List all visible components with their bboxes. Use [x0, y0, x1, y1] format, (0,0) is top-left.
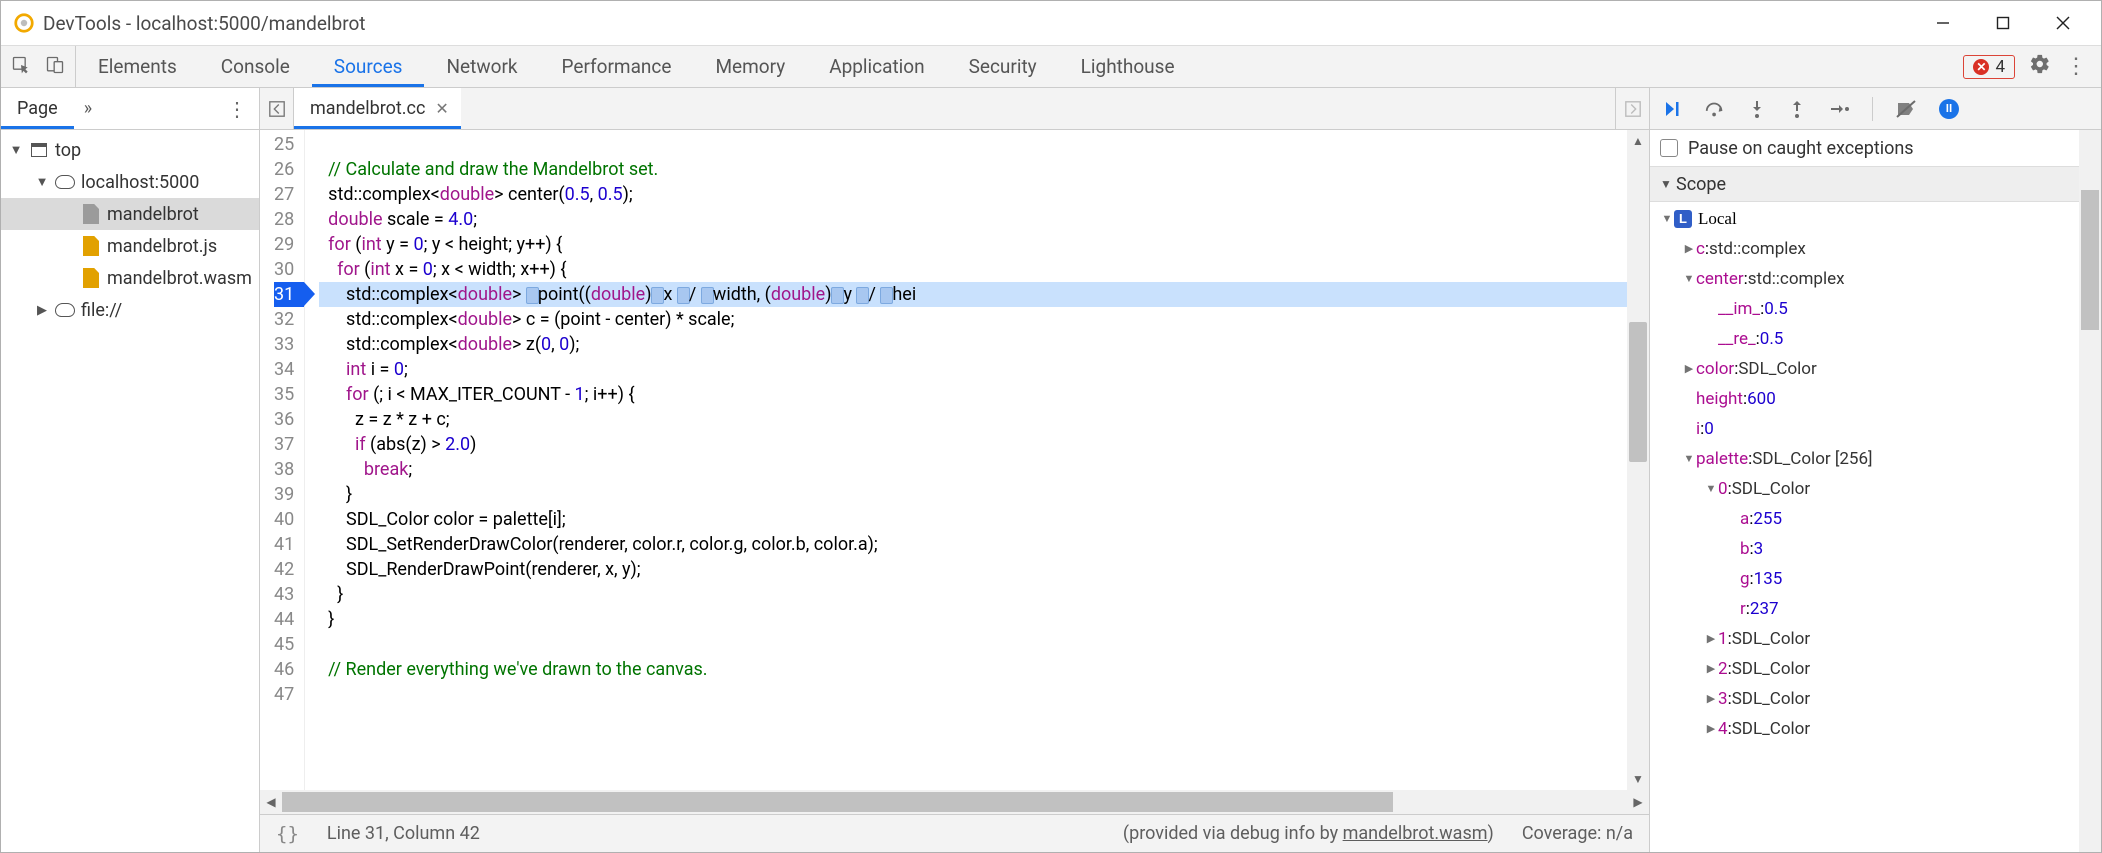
tree-node[interactable]: ▶file://	[1, 294, 259, 326]
editor-pane: mandelbrot.cc ✕ 252627282930313233343536…	[260, 88, 1650, 852]
tab-console[interactable]: Console	[199, 46, 312, 87]
tab-application[interactable]: Application	[807, 46, 946, 87]
tree-node-label: localhost:5000	[81, 172, 199, 193]
debug-info-link[interactable]: mandelbrot.wasm	[1343, 823, 1488, 844]
tab-network[interactable]: Network	[424, 46, 539, 87]
line-gutter[interactable]: 2526272829303132333435363738394041424344…	[260, 130, 305, 790]
tree-node[interactable]: mandelbrot.wasm	[1, 262, 259, 294]
scope-variable[interactable]: a: 255	[1650, 504, 2101, 534]
horizontal-scrollbar[interactable]: ◀▶	[260, 790, 1649, 814]
file-tree: ▼top▼localhost:5000 mandelbrot mandelbrot.…	[1, 130, 259, 852]
navigator-overflow-icon[interactable]: »	[74, 98, 102, 119]
tree-node[interactable]: ▼top	[1, 134, 259, 166]
more-icon[interactable]: ⋮	[2065, 54, 2087, 79]
navigator-tab-page[interactable]: Page	[1, 88, 74, 129]
tree-node[interactable]: mandelbrot	[1, 198, 259, 230]
status-bar: {} Line 31, Column 42 (provided via debu…	[260, 814, 1649, 852]
scope-variable[interactable]: height: 600	[1650, 384, 2101, 414]
scope-tree: ▼LLocal ▶c: std::complex▼center: std::co…	[1650, 202, 2101, 852]
titlebar: DevTools - localhost:5000/mandelbrot	[1, 1, 2101, 45]
scope-variable[interactable]: ▶color: SDL_Color	[1650, 354, 2101, 384]
pause-caught-checkbox[interactable]	[1660, 139, 1678, 157]
window-title: DevTools - localhost:5000/mandelbrot	[43, 12, 366, 35]
devtools-icon	[13, 12, 35, 34]
tab-sources[interactable]: Sources	[312, 46, 425, 87]
scope-variable[interactable]: ▶1: SDL_Color	[1650, 624, 2101, 654]
settings-icon[interactable]	[2029, 53, 2051, 81]
error-count-badge[interactable]: ✕ 4	[1963, 55, 2015, 79]
device-icon[interactable]	[45, 55, 65, 79]
scope-variable[interactable]: b: 3	[1650, 534, 2101, 564]
tree-node-label: top	[55, 140, 81, 161]
coverage-status: Coverage: n/a	[1522, 823, 1633, 844]
nav-back-icon[interactable]	[260, 88, 294, 129]
step-icon[interactable]	[1828, 99, 1850, 119]
main-toolbar: ElementsConsoleSourcesNetworkPerformance…	[1, 45, 2101, 88]
tab-security[interactable]: Security	[947, 46, 1059, 87]
resume-icon[interactable]	[1662, 99, 1682, 119]
close-tab-icon[interactable]: ✕	[435, 99, 448, 118]
scope-variable[interactable]: ▶c: std::complex	[1650, 234, 2101, 264]
navigator-pane: Page » ⋮ ▼top▼localhost:5000 mandelbrot ma…	[1, 88, 260, 852]
deactivate-breakpoints-icon[interactable]	[1895, 99, 1917, 119]
tree-node-icon	[29, 143, 49, 157]
tree-node-icon	[81, 268, 101, 288]
scope-variable[interactable]: g: 135	[1650, 564, 2101, 594]
scope-variable[interactable]: r: 237	[1650, 594, 2101, 624]
debugger-pane: II Pause on caught exceptions ▼ Scope ▼L…	[1650, 88, 2101, 852]
tree-node-icon	[55, 175, 75, 189]
tree-node[interactable]: ▼localhost:5000	[1, 166, 259, 198]
editor-tab-filename: mandelbrot.cc	[310, 98, 425, 119]
error-count: 4	[1995, 57, 2005, 77]
scope-variable[interactable]: ▼palette: SDL_Color [256]	[1650, 444, 2101, 474]
step-into-icon[interactable]	[1748, 99, 1766, 119]
scope-variable[interactable]: __re_: 0.5	[1650, 324, 2101, 354]
pause-exceptions-icon[interactable]: II	[1939, 99, 1959, 119]
tree-node-label: mandelbrot.wasm	[107, 268, 252, 289]
tree-node-label: file://	[81, 300, 122, 321]
scope-local-header[interactable]: ▼LLocal	[1650, 204, 2101, 234]
pause-caught-row[interactable]: Pause on caught exceptions	[1650, 130, 2101, 166]
tab-performance[interactable]: Performance	[540, 46, 694, 87]
maximize-button[interactable]	[1973, 3, 2033, 43]
scope-variable[interactable]: i: 0	[1650, 414, 2101, 444]
tree-node-label: mandelbrot.js	[107, 236, 217, 257]
scope-variable[interactable]: ▼center: std::complex	[1650, 264, 2101, 294]
scope-section-header[interactable]: ▼ Scope	[1650, 166, 2101, 202]
tab-memory[interactable]: Memory	[693, 46, 807, 87]
pretty-print-icon[interactable]: {}	[276, 823, 299, 845]
scope-variable[interactable]: ▼0: SDL_Color	[1650, 474, 2101, 504]
code-area[interactable]: // Calculate and draw the Mandelbrot set…	[305, 130, 1649, 790]
scope-variable[interactable]: ▶3: SDL_Color	[1650, 684, 2101, 714]
vertical-scrollbar[interactable]: ▲▼	[1627, 130, 1649, 790]
close-button[interactable]	[2033, 3, 2093, 43]
minimize-button[interactable]	[1913, 3, 1973, 43]
scope-scrollbar[interactable]	[2079, 130, 2101, 852]
tree-node-icon	[55, 303, 75, 317]
scope-variable[interactable]: ▶4: SDL_Color	[1650, 714, 2101, 744]
step-over-icon[interactable]	[1704, 99, 1726, 119]
tree-node-icon	[81, 236, 101, 256]
tree-node-label: mandelbrot	[107, 204, 199, 225]
navigator-more-icon[interactable]: ⋮	[215, 97, 259, 121]
inspect-icon[interactable]	[11, 55, 31, 79]
scope-variable[interactable]: ▶2: SDL_Color	[1650, 654, 2101, 684]
tab-lighthouse[interactable]: Lighthouse	[1059, 46, 1197, 87]
editor-tab[interactable]: mandelbrot.cc ✕	[294, 88, 461, 129]
step-out-icon[interactable]	[1788, 99, 1806, 119]
scope-variable[interactable]: __im_: 0.5	[1650, 294, 2101, 324]
nav-forward-icon[interactable]	[1615, 88, 1649, 129]
debugger-toolbar: II	[1650, 88, 2101, 130]
tree-node[interactable]: mandelbrot.js	[1, 230, 259, 262]
debug-info-source: (provided via debug info by mandelbrot.w…	[1123, 823, 1494, 844]
cursor-position: Line 31, Column 42	[327, 823, 480, 844]
tree-node-icon	[81, 204, 101, 224]
tab-elements[interactable]: Elements	[76, 46, 199, 87]
error-icon: ✕	[1973, 59, 1989, 75]
